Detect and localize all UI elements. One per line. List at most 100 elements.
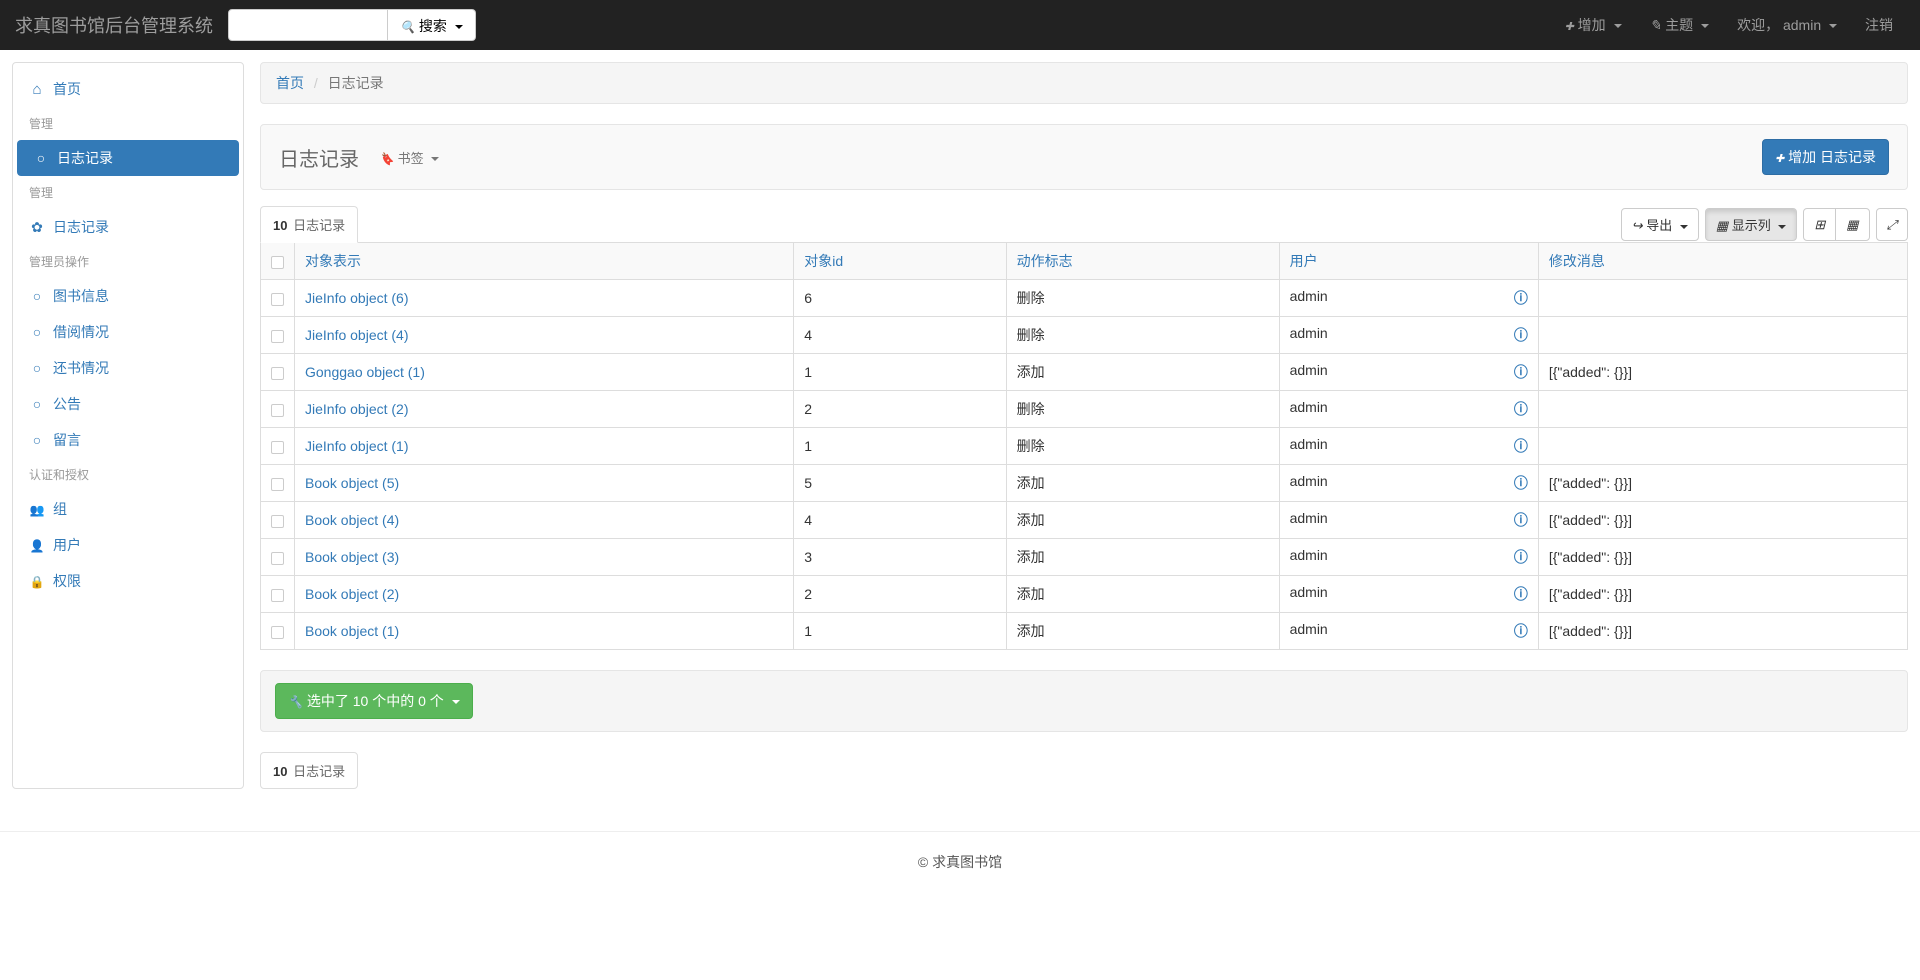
repr-link[interactable]: Book object (2) [305, 586, 399, 602]
export-button[interactable]: 导出 [1621, 208, 1699, 241]
cell-repr: Gonggao object (1) [295, 354, 794, 391]
caret-icon [452, 700, 460, 704]
sidebar-perms[interactable]: 权限 [13, 563, 243, 599]
bookmark-dropdown[interactable]: 书签 [379, 148, 439, 167]
repr-link[interactable]: Book object (3) [305, 549, 399, 565]
row-checkbox[interactable] [271, 293, 284, 306]
row-checkbox[interactable] [271, 367, 284, 380]
columns-button[interactable]: 显示列 [1705, 208, 1798, 241]
info-icon[interactable] [1514, 473, 1528, 493]
caret-icon [1680, 225, 1688, 229]
cell-repr: JieInfo object (1) [295, 428, 794, 465]
toolbar-right: 导出 显示列 [1621, 208, 1908, 241]
bookmark-icon [379, 151, 394, 166]
repr-link[interactable]: Book object (1) [305, 623, 399, 639]
header-id[interactable]: 对象id [794, 243, 1006, 280]
row-checkbox[interactable] [271, 515, 284, 528]
info-icon[interactable] [1514, 325, 1528, 345]
cell-flag: 添加 [1006, 576, 1279, 613]
search-icon [400, 18, 415, 34]
cell-flag: 删除 [1006, 428, 1279, 465]
sidebar-groups-label: 组 [53, 499, 67, 519]
bookmark-label: 书签 [398, 151, 424, 166]
circle-icon [29, 360, 45, 376]
cell-user-text: admin [1290, 621, 1328, 637]
sidebar-log2[interactable]: 日志记录 [13, 209, 243, 245]
circle-icon [29, 396, 45, 412]
sidebar-users-label: 用户 [53, 535, 81, 555]
search-input[interactable] [228, 9, 388, 41]
cell-repr: Book object (5) [295, 465, 794, 502]
info-icon[interactable] [1514, 510, 1528, 530]
fullscreen-button[interactable] [1876, 208, 1908, 241]
breadcrumb-home[interactable]: 首页 [276, 75, 304, 91]
action-bar: 选中了 10 个中的 0 个 [260, 670, 1908, 732]
circle-icon [29, 432, 45, 448]
repr-link[interactable]: JieInfo object (2) [305, 401, 409, 417]
repr-link[interactable]: JieInfo object (4) [305, 327, 409, 343]
selection-actions-button[interactable]: 选中了 10 个中的 0 个 [275, 683, 473, 719]
sidebar-return[interactable]: 还书情况 [13, 350, 243, 386]
add-log-label: 增加 日志记录 [1788, 149, 1876, 165]
row-checkbox[interactable] [271, 552, 284, 565]
header-repr[interactable]: 对象表示 [295, 243, 794, 280]
row-checkbox[interactable] [271, 478, 284, 491]
row-checkbox[interactable] [271, 441, 284, 454]
select-all-checkbox[interactable] [271, 256, 284, 269]
info-icon[interactable] [1514, 362, 1528, 382]
page-title: 日志记录 [279, 143, 359, 172]
navbar-right: 增加 主题 欢迎， admin 注销 [1553, 0, 1905, 50]
search-button[interactable]: 搜索 [388, 9, 476, 41]
circle-icon [29, 324, 45, 340]
info-icon[interactable] [1514, 621, 1528, 641]
sidebar-users[interactable]: 用户 [13, 527, 243, 563]
row-checkbox[interactable] [271, 589, 284, 602]
row-checkbox-cell [261, 391, 295, 428]
header-user[interactable]: 用户 [1279, 243, 1538, 280]
info-icon[interactable] [1514, 288, 1528, 308]
view-grid-button[interactable] [1835, 208, 1869, 241]
cell-user: admin [1279, 317, 1538, 354]
circle-icon [33, 150, 49, 166]
view-large-button[interactable] [1803, 208, 1836, 241]
info-icon[interactable] [1514, 436, 1528, 456]
sidebar-guestbook[interactable]: 留言 [13, 422, 243, 458]
repr-link[interactable]: JieInfo object (1) [305, 438, 409, 454]
sidebar-notice[interactable]: 公告 [13, 386, 243, 422]
info-icon[interactable] [1514, 584, 1528, 604]
cell-user-text: admin [1290, 436, 1328, 452]
cell-id: 4 [794, 317, 1006, 354]
sidebar-notice-label: 公告 [53, 394, 81, 414]
repr-link[interactable]: Gonggao object (1) [305, 364, 425, 380]
info-icon[interactable] [1514, 399, 1528, 419]
row-checkbox-cell [261, 576, 295, 613]
table-row: Book object (2)2添加admin[{"added": {}}] [261, 576, 1908, 613]
row-checkbox[interactable] [271, 626, 284, 639]
sidebar-groups[interactable]: 组 [13, 491, 243, 527]
repr-link[interactable]: JieInfo object (6) [305, 290, 409, 306]
sidebar-books[interactable]: 图书信息 [13, 278, 243, 314]
header-msg[interactable]: 修改消息 [1538, 243, 1907, 280]
header-flag[interactable]: 动作标志 [1006, 243, 1279, 280]
repr-link[interactable]: Book object (4) [305, 512, 399, 528]
row-checkbox-cell [261, 539, 295, 576]
row-checkbox[interactable] [271, 404, 284, 417]
repr-link[interactable]: Book object (5) [305, 475, 399, 491]
row-checkbox-cell [261, 280, 295, 317]
nav-add[interactable]: 增加 [1553, 0, 1634, 50]
table-row: Book object (4)4添加admin[{"added": {}}] [261, 502, 1908, 539]
info-icon[interactable] [1514, 547, 1528, 567]
nav-theme[interactable]: 主题 [1638, 0, 1722, 50]
sidebar-log-active[interactable]: 日志记录 [17, 140, 239, 176]
sidebar-home[interactable]: 首页 [13, 71, 243, 107]
nav-welcome[interactable]: 欢迎， admin [1725, 0, 1849, 50]
add-log-button[interactable]: 增加 日志记录 [1762, 139, 1889, 175]
cell-msg [1538, 280, 1907, 317]
sidebar-header-3: 管理员操作 [13, 245, 243, 278]
caret-icon [455, 25, 463, 29]
row-checkbox[interactable] [271, 330, 284, 343]
sidebar-borrow[interactable]: 借阅情况 [13, 314, 243, 350]
sidebar-header-2: 管理 [13, 176, 243, 209]
lock-icon [29, 573, 45, 589]
nav-logout[interactable]: 注销 [1853, 0, 1905, 50]
